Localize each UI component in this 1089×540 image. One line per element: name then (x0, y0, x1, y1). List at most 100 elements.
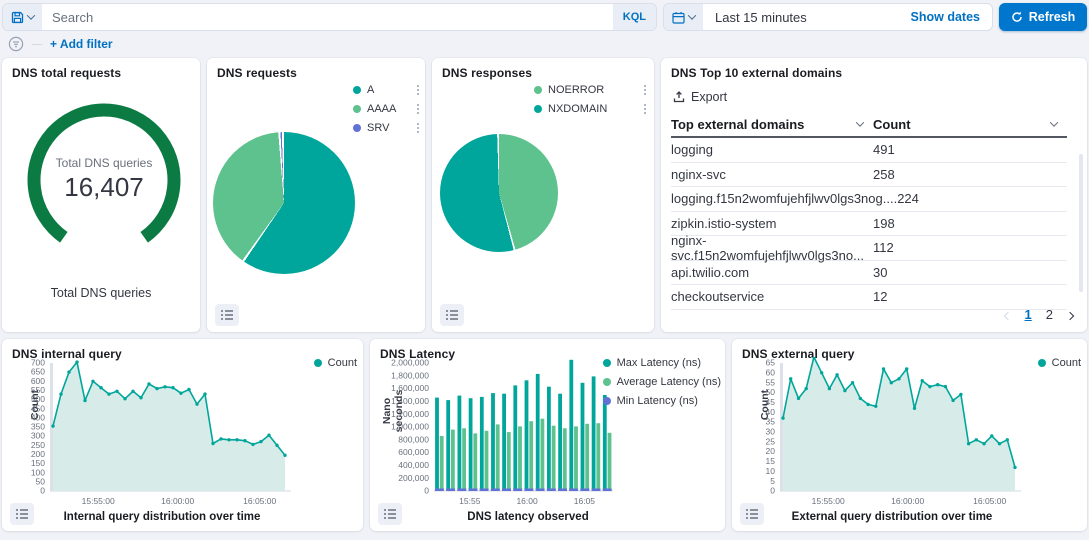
page-number-button[interactable]: 2 (1046, 307, 1053, 322)
table-row[interactable]: logging.f15n2womfujehfjlwv0lgs3nog....22… (671, 187, 1067, 212)
domain-cell: logging (671, 142, 873, 157)
table-scrollbar[interactable] (1079, 154, 1083, 292)
svg-text:2,000,000: 2,000,000 (391, 358, 429, 368)
table-row[interactable]: checkoutservice12 (671, 285, 1067, 310)
count-cell: 112 (873, 240, 1067, 255)
svg-text:450: 450 (31, 403, 45, 413)
gauge-label: Total DNS queries (12, 156, 196, 170)
svg-text:25: 25 (766, 436, 776, 446)
search-input[interactable] (42, 4, 613, 30)
legend-label[interactable]: A (367, 84, 374, 96)
legend-item: Max Latency (ns) (603, 357, 721, 369)
legend-item: NXDOMAIN (534, 103, 646, 115)
svg-text:55: 55 (766, 377, 776, 387)
show-dates-button[interactable]: Show dates (899, 4, 992, 30)
kebab-menu-icon[interactable] (409, 85, 420, 96)
legend-label[interactable]: Max Latency (ns) (617, 357, 701, 369)
export-icon (673, 91, 685, 103)
export-button[interactable]: Export (673, 90, 743, 104)
svg-text:1,600,000: 1,600,000 (391, 383, 429, 393)
domain-cell: logging.f15n2womfujehfjlwv0lgs3nog.... (671, 191, 897, 206)
save-query-button[interactable] (3, 4, 42, 30)
sort-chevron-icon[interactable] (856, 118, 864, 126)
svg-text:800,000: 800,000 (398, 434, 429, 444)
kebab-menu-icon[interactable] (409, 123, 420, 134)
svg-text:100: 100 (31, 467, 45, 477)
table-row[interactable]: nginx-svc258 (671, 163, 1067, 188)
column-header-domains[interactable]: Top external domains (671, 117, 804, 132)
legend-label[interactable]: NOERROR (548, 84, 604, 96)
domain-cell: zipkin.istio-system (671, 216, 873, 231)
x-axis-caption: Internal query distribution over time (42, 511, 282, 523)
svg-text:350: 350 (31, 422, 45, 432)
legend-toggle-button[interactable] (440, 304, 464, 326)
sort-chevron-icon[interactable] (1050, 118, 1058, 126)
table-row[interactable]: api.twilio.com30 (671, 261, 1067, 286)
kebab-menu-icon[interactable] (636, 85, 647, 96)
calendar-icon (672, 11, 685, 24)
area-chart-internal-query[interactable]: 0501001502002503003504004505005506006507… (4, 357, 296, 507)
calendar-button[interactable] (664, 4, 703, 30)
legend-label[interactable]: Average Latency (ns) (617, 376, 721, 388)
svg-text:1,400,000: 1,400,000 (391, 396, 429, 406)
legend-toggle-button[interactable] (378, 503, 402, 525)
legend-item: AAAA (353, 103, 419, 115)
legend-label[interactable]: AAAA (367, 103, 396, 115)
svg-text:65: 65 (766, 358, 776, 368)
count-cell: 491 (873, 142, 1067, 157)
svg-text:10: 10 (766, 466, 776, 476)
previous-page-button[interactable] (1005, 307, 1011, 322)
svg-text:150: 150 (31, 458, 45, 468)
table-row[interactable]: nginx-svc.f15n2womfujehfjlwv0lgs3no...11… (671, 236, 1067, 261)
domain-cell: api.twilio.com (671, 265, 873, 280)
legend-toggle-button[interactable] (740, 503, 764, 525)
area-chart-external-query[interactable]: 0510152025303540455055606515:55:0016:00:… (734, 357, 1026, 507)
add-filter-button[interactable]: + Add filter (50, 37, 113, 51)
kql-language-button[interactable]: KQL (613, 4, 656, 30)
chevron-down-icon (688, 11, 696, 19)
top-bar: KQL Last 15 minutes Show dates Refresh (0, 0, 1089, 32)
legend-label[interactable]: Min Latency (ns) (617, 395, 698, 407)
bar-chart-dns-latency[interactable]: 0200,000400,000600,000800,0001,000,0001,… (372, 357, 618, 507)
svg-text:700: 700 (31, 358, 45, 368)
svg-text:400,000: 400,000 (398, 460, 429, 470)
pie-chart-dns-responses[interactable] (440, 134, 558, 252)
page-number-button[interactable]: 1 (1025, 307, 1032, 322)
svg-text:500: 500 (31, 394, 45, 404)
count-cell: 30 (873, 265, 1067, 280)
svg-text:15:55:00: 15:55:00 (82, 496, 115, 506)
legend: Count (1038, 357, 1081, 369)
panel-dns-internal-query: DNS internal query Count 050100150200250… (2, 339, 363, 531)
svg-text:0: 0 (770, 486, 775, 496)
next-page-button[interactable] (1067, 307, 1073, 322)
legend-item: SRV (353, 122, 419, 134)
column-header-count[interactable]: Count (873, 117, 911, 132)
filter-bar: + Add filter (0, 32, 1089, 56)
legend-dot (353, 124, 361, 132)
svg-text:600,000: 600,000 (398, 447, 429, 457)
domain-cell: nginx-svc.f15n2womfujehfjlwv0lgs3no... (671, 233, 873, 263)
svg-text:650: 650 (31, 367, 45, 377)
refresh-button[interactable]: Refresh (999, 3, 1087, 31)
svg-text:35: 35 (766, 417, 776, 427)
filter-icon[interactable] (8, 36, 24, 52)
svg-text:45: 45 (766, 397, 776, 407)
x-axis-caption: External query distribution over time (772, 511, 1012, 523)
panel-title: DNS Top 10 external domains (671, 66, 1077, 80)
domain-cell: nginx-svc (671, 167, 873, 182)
kebab-menu-icon[interactable] (636, 104, 647, 115)
legend-toggle-button[interactable] (10, 503, 34, 525)
legend-label[interactable]: Count (328, 357, 357, 369)
svg-text:50: 50 (36, 477, 46, 487)
table-body: logging491nginx-svc258logging.f15n2womfu… (671, 138, 1067, 310)
legend-label[interactable]: SRV (367, 122, 389, 134)
time-range-value[interactable]: Last 15 minutes (703, 4, 899, 30)
kebab-menu-icon[interactable] (409, 104, 420, 115)
table-row[interactable]: logging491 (671, 138, 1067, 163)
legend-toggle-button[interactable] (215, 304, 239, 326)
legend-label[interactable]: NXDOMAIN (548, 103, 607, 115)
legend-dot (353, 86, 361, 94)
pie-chart-dns-requests[interactable] (213, 132, 355, 274)
panel-title: DNS requests (217, 66, 415, 80)
legend-label[interactable]: Count (1052, 357, 1081, 369)
